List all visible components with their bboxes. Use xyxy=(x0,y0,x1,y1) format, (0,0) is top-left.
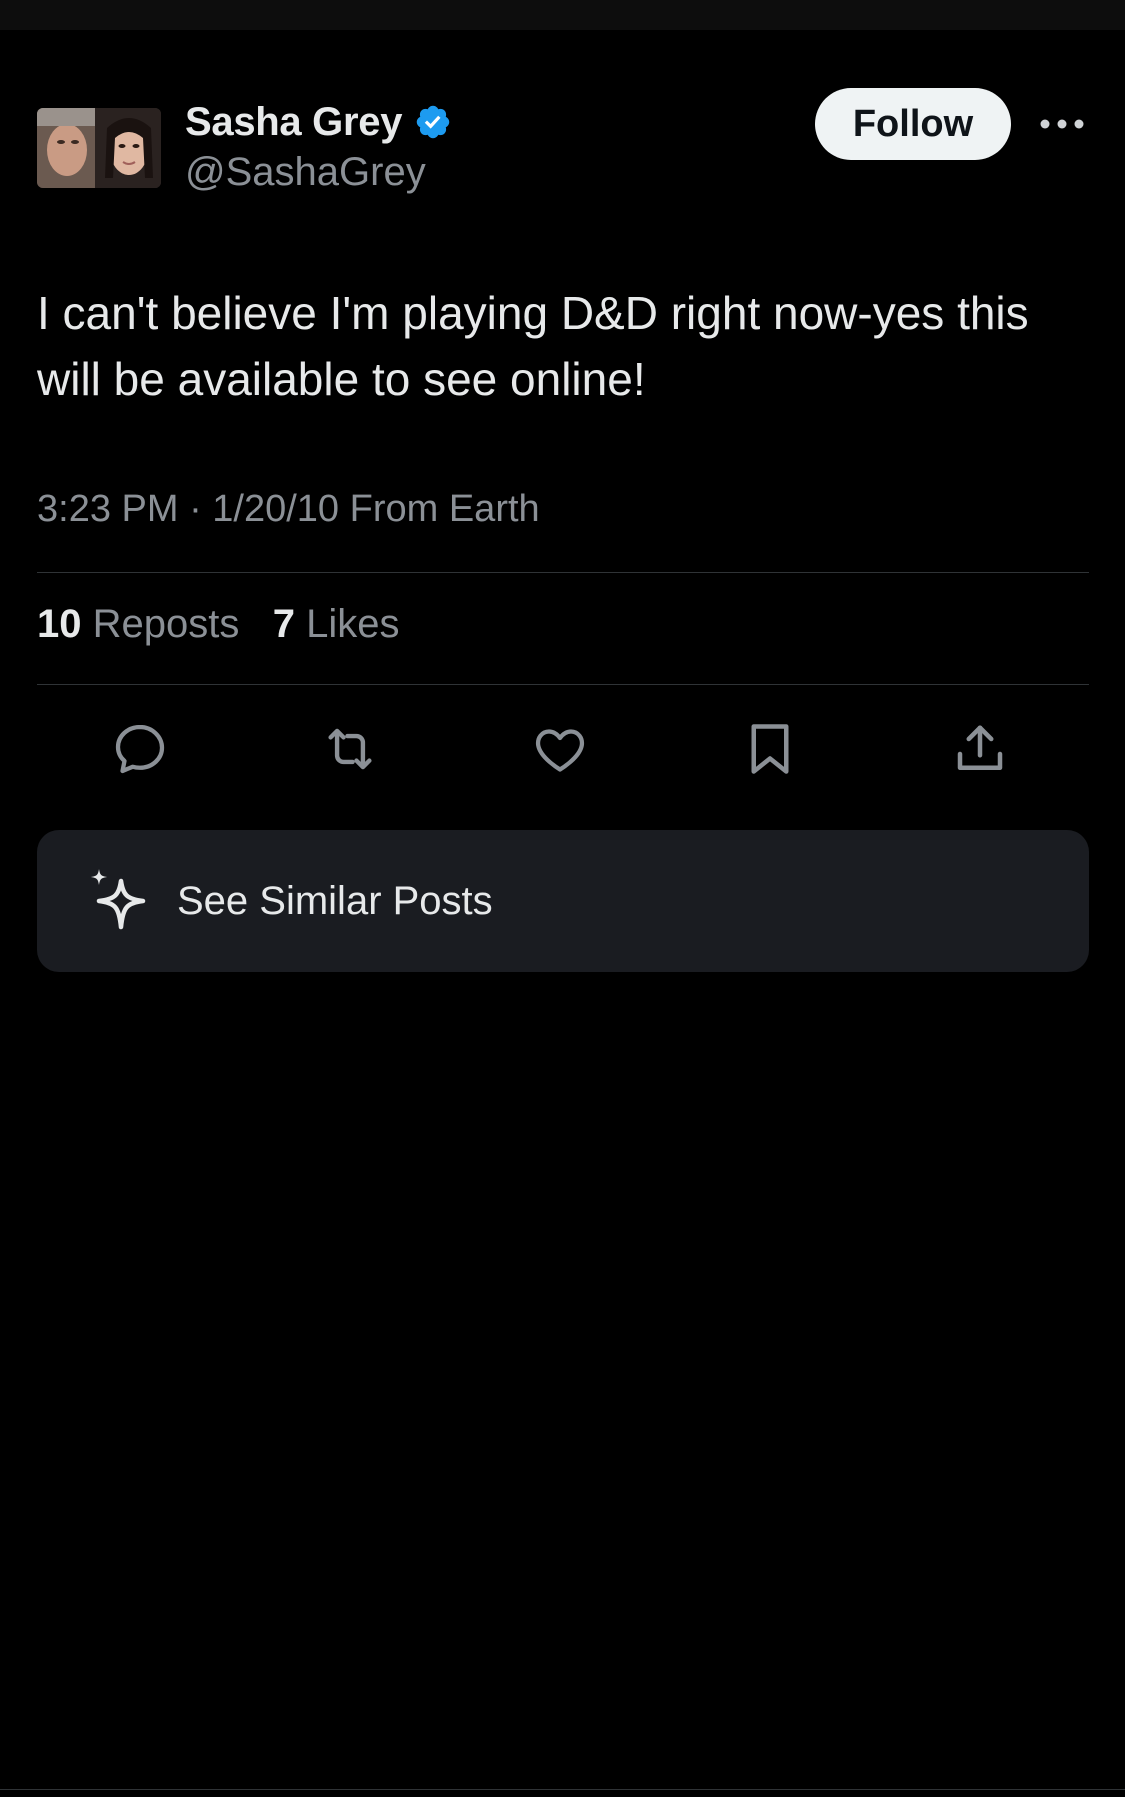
avatar-photo xyxy=(37,108,161,188)
reposts-stat[interactable]: 10 Reposts xyxy=(37,602,239,646)
divider xyxy=(37,572,1089,573)
see-similar-posts-button[interactable]: See Similar Posts xyxy=(37,830,1089,972)
reposts-label: Reposts xyxy=(92,602,240,646)
author-display-name[interactable]: Sasha Grey xyxy=(185,100,402,145)
verified-badge-icon[interactable] xyxy=(414,103,452,141)
bookmark-icon[interactable] xyxy=(739,718,801,780)
status-bar-strip xyxy=(0,0,1125,30)
avatar[interactable] xyxy=(37,108,161,188)
likes-label: Likes xyxy=(306,602,400,646)
post-text: I can't believe I'm playing D&D right no… xyxy=(37,287,1029,405)
likes-count: 7 xyxy=(272,602,295,646)
divider xyxy=(37,684,1089,685)
bottom-divider xyxy=(0,1789,1125,1790)
author-info: Sasha Grey @SashaGrey xyxy=(185,96,452,196)
post-timestamp[interactable]: 3:23 PM · 1/20/10 From Earth xyxy=(37,488,540,531)
author-name-row: Sasha Grey xyxy=(185,96,452,148)
sparkle-icon xyxy=(91,869,146,930)
follow-button[interactable]: Follow xyxy=(815,88,1011,160)
post-stats: 10 Reposts 7 Likes xyxy=(37,602,399,647)
likes-stat[interactable]: 7 Likes xyxy=(273,602,400,646)
share-icon[interactable] xyxy=(949,718,1011,780)
author-handle[interactable]: @SashaGrey xyxy=(185,148,452,196)
see-similar-posts-label: See Similar Posts xyxy=(177,878,493,923)
action-bar xyxy=(37,718,1089,780)
repost-icon[interactable] xyxy=(319,718,381,780)
like-icon[interactable] xyxy=(529,718,591,780)
reply-icon[interactable] xyxy=(109,718,171,780)
more-options-icon[interactable] xyxy=(1038,108,1086,140)
reposts-count: 10 xyxy=(37,602,82,646)
